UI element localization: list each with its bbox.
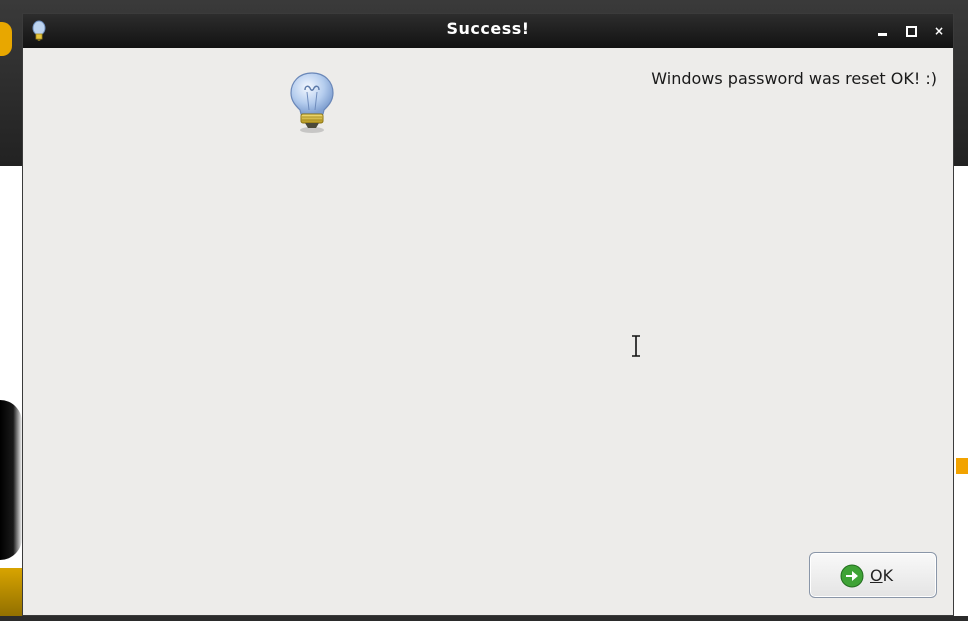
titlebar[interactable]: Success! × bbox=[23, 14, 953, 48]
minimize-button[interactable] bbox=[875, 23, 891, 39]
text-cursor-icon bbox=[632, 335, 640, 357]
ok-button-label: OK bbox=[870, 566, 893, 585]
window-title: Success! bbox=[446, 19, 530, 38]
ok-button[interactable]: OK bbox=[809, 552, 937, 598]
minimize-icon bbox=[878, 33, 887, 36]
success-dialog: Success! × Windows password was reset OK… bbox=[22, 13, 954, 616]
arrow-right-circle-icon bbox=[840, 564, 864, 588]
ok-label-rest: K bbox=[882, 566, 894, 585]
close-icon: × bbox=[933, 24, 945, 38]
desktop-mascot-fragment bbox=[0, 400, 22, 560]
desktop-orange-accent bbox=[0, 22, 12, 56]
desktop-orange-accent-right bbox=[956, 458, 968, 474]
close-button[interactable]: × bbox=[931, 23, 947, 39]
maximize-icon bbox=[906, 26, 917, 37]
ok-mnemonic: O bbox=[870, 566, 883, 585]
desktop-mascot-foot bbox=[0, 568, 22, 621]
lightbulb-icon bbox=[290, 72, 334, 133]
status-message: Windows password was reset OK! :) bbox=[651, 69, 937, 88]
maximize-button[interactable] bbox=[903, 23, 919, 39]
desktop-bottom-strip bbox=[0, 616, 968, 621]
